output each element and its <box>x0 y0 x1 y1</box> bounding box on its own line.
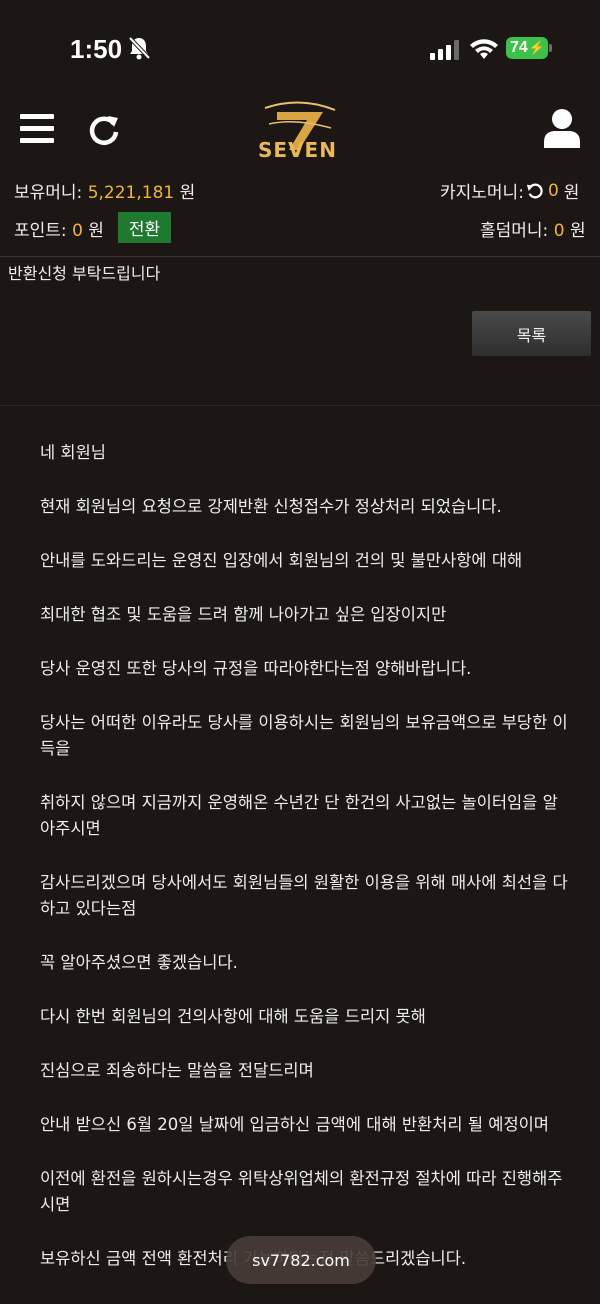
cellular-signal-icon <box>430 40 459 60</box>
battery-icon: 74 ⚡ <box>506 37 548 59</box>
status-bar: 1:50 74 ⚡ <box>0 0 600 100</box>
top-navigation: SEVEN <box>0 100 600 170</box>
points-unit: 원 <box>88 221 104 241</box>
refresh-icon[interactable] <box>88 114 120 146</box>
battery-tip <box>549 44 552 52</box>
reply-paragraph: 안내 받으신 6월 20일 날짜에 입금하신 금액에 대해 반환처리 될 예정이… <box>40 1115 549 1134</box>
reply-paragraph: 최대한 협조 및 도움을 드려 함께 나아가고 싶은 입장이지만 <box>40 605 447 624</box>
reply-paragraph: 당사는 어떠한 이유라도 당사를 이용하시는 회원님의 보유금액으로 부당한 이… <box>40 713 568 758</box>
status-time: 1:50 <box>70 34 123 64</box>
holdem-money: 홀덤머니: 0 원 <box>480 216 586 241</box>
casino-money-label: 카지노머니: <box>440 183 524 203</box>
post-title: 반환신청 부탁드립니다 <box>8 264 161 283</box>
hamburger-menu-icon[interactable] <box>20 114 54 144</box>
holding-money-value: 5,221,181 <box>87 183 175 203</box>
reply-paragraph: 이전에 환전을 원하시는경우 위탁상위업체의 환전규정 절차에 따라 진행해주시… <box>40 1169 563 1214</box>
casino-money: 카지노머니: 0 원 <box>440 178 580 204</box>
logo-text: SEVEN <box>258 138 337 162</box>
reply-paragraph: 당사 운영진 또한 당사의 규정을 따라야한다는점 양해바랍니다. <box>40 659 472 678</box>
battery-level: 74 <box>510 39 528 56</box>
points-label: 포인트: <box>14 221 67 241</box>
user-profile-icon[interactable] <box>544 108 580 148</box>
reply-paragraph: 감사드리겠으며 당사에서도 회원님들의 원활한 이용을 위해 매사에 최선을 다… <box>40 873 568 918</box>
header-divider <box>0 256 600 257</box>
section-divider <box>0 405 600 406</box>
holding-money: 보유머니: 5,221,181 원 <box>14 178 195 203</box>
reply-paragraph: 안내를 도와드리는 운영진 입장에서 회원님의 건의 및 불만사항에 대해 <box>40 551 523 570</box>
convert-button[interactable]: 전환 <box>118 212 171 243</box>
casino-refresh-icon[interactable] <box>526 182 544 200</box>
casino-money-value: 0 <box>547 180 559 201</box>
wifi-icon <box>470 39 498 59</box>
points-value: 0 <box>72 221 83 241</box>
bell-off-icon <box>128 36 150 60</box>
reply-paragraph: 네 회원님 <box>40 443 106 462</box>
reply-body: 네 회원님 현재 회원님의 요청으로 강제반환 신청접수가 정상처리 되었습니다… <box>40 440 570 1300</box>
holdem-money-unit: 원 <box>569 221 586 241</box>
casino-money-unit: 원 <box>563 183 580 203</box>
reply-paragraph: 취하지 않으며 지금까지 운영해온 수년간 단 한건의 사고없는 놀이터임을 알… <box>40 793 558 838</box>
reply-paragraph: 다시 한번 회원님의 건의사항에 대해 도움을 드리지 못해 <box>40 1007 426 1026</box>
url-toast[interactable]: sv7782.com <box>226 1236 376 1284</box>
holdem-money-label: 홀덤머니: <box>480 221 549 241</box>
holding-money-unit: 원 <box>179 183 196 203</box>
points: 포인트: 0 원 <box>14 216 104 241</box>
reply-paragraph: 꼭 알아주셨으면 좋겠습니다. <box>40 953 238 972</box>
holding-money-label: 보유머니: <box>14 183 83 203</box>
reply-paragraph: 진심으로 죄송하다는 말씀을 전달드리며 <box>40 1061 314 1080</box>
list-button[interactable]: 목록 <box>472 311 591 356</box>
holdem-money-value: 0 <box>553 221 565 241</box>
reply-paragraph: 현재 회원님의 요청으로 강제반환 신청접수가 정상처리 되었습니다. <box>40 497 502 516</box>
charging-icon: ⚡ <box>528 40 545 55</box>
